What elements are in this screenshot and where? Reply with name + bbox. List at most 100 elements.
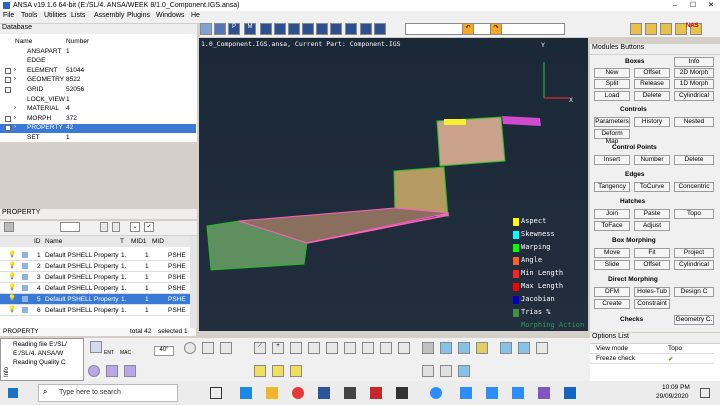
cube-icon-5[interactable]	[518, 342, 530, 354]
toolbar-icon-13[interactable]	[374, 23, 386, 35]
toolbar-icon-7[interactable]	[288, 23, 300, 35]
tag-icon[interactable]	[630, 23, 642, 35]
join-button[interactable]: Join	[594, 209, 630, 219]
box-morph-cylindrical-button[interactable]: Cylindrical	[674, 260, 714, 270]
filter-icon[interactable]	[4, 222, 14, 232]
cut-icon[interactable]	[344, 342, 356, 354]
parameters-button[interactable]: Parameters	[594, 117, 630, 127]
taskbar-app-icon[interactable]	[460, 387, 472, 399]
select-icon[interactable]	[90, 341, 102, 353]
db-row-element[interactable]: › ELEMENT 51044	[0, 67, 196, 76]
checkbox[interactable]	[5, 77, 11, 83]
bulb-icon[interactable]: 💡	[8, 261, 16, 269]
property-row[interactable]: 💡 2 Default PSHELL Property 1. 1 PSHE	[0, 261, 190, 272]
bulb-icon[interactable]: 💡	[8, 250, 16, 258]
taskbar-app-icon[interactable]	[318, 387, 330, 399]
dropdown-icon[interactable]: ⌄	[130, 222, 140, 232]
bulb-icon[interactable]: 💡	[8, 283, 16, 291]
toolbar-icon-10[interactable]	[330, 23, 342, 35]
graphics-viewport[interactable]: 1.0_Component.IGS.ansa, Current Part: Co…	[199, 38, 588, 331]
chevron-right-icon[interactable]: ›	[14, 67, 16, 73]
plus-icon[interactable]: +	[272, 342, 284, 354]
menu-assembly[interactable]: Assembly	[94, 12, 124, 19]
toolbar-icon-1[interactable]	[200, 23, 212, 35]
design-c-button[interactable]: Design C	[674, 287, 714, 297]
column-number[interactable]: Number	[66, 38, 89, 45]
mesh-icon[interactable]	[422, 365, 434, 377]
cube-icon[interactable]	[440, 342, 452, 354]
toolbar-icon-6[interactable]	[274, 23, 286, 35]
db-row-geometry[interactable]: › GEOMETRY 8522	[0, 76, 196, 85]
arrow-icon[interactable]	[398, 342, 410, 354]
column-name[interactable]: Name	[45, 238, 62, 245]
redo-icon[interactable]: ↷	[490, 23, 502, 35]
option-row[interactable]: View mode Topo	[590, 345, 714, 354]
taskbar-app-icon[interactable]	[344, 387, 356, 399]
shade-icon[interactable]	[536, 342, 548, 354]
taskbar-app-icon[interactable]	[370, 387, 382, 399]
checkbox[interactable]	[5, 87, 11, 93]
project-button[interactable]: Project	[674, 248, 714, 258]
maximize-button[interactable]: ☐	[684, 0, 702, 11]
box-morph-offset-button[interactable]: Offset	[634, 260, 670, 270]
info-button[interactable]: Info	[674, 57, 714, 67]
dfm-button[interactable]: DFM	[594, 287, 630, 297]
lasso-icon[interactable]	[380, 342, 392, 354]
checkbox[interactable]	[5, 125, 11, 131]
taskbar-app-icon[interactable]	[430, 387, 442, 399]
checkmark-icon[interactable]: ✓	[144, 222, 154, 232]
menu-windows[interactable]: Windows	[156, 12, 184, 19]
bulb-icon[interactable]: 💡	[8, 294, 16, 302]
number-button[interactable]: Number	[634, 155, 670, 165]
concentric-button[interactable]: Concentric	[674, 182, 714, 192]
menu-file[interactable]: File	[3, 12, 14, 19]
view-icon[interactable]	[184, 342, 196, 354]
delete-button[interactable]: Delete	[634, 91, 670, 101]
taskbar-app-icon[interactable]	[564, 387, 576, 399]
windows-start-icon[interactable]	[8, 388, 18, 398]
bulb-icon[interactable]: 💡	[8, 272, 16, 280]
list-icon-2[interactable]	[112, 222, 120, 232]
minimize-button[interactable]: –	[666, 0, 684, 11]
properties-dropdown[interactable]	[60, 222, 80, 232]
menu-utilities[interactable]: Utilities	[44, 12, 67, 19]
toolbar-icon-12[interactable]	[360, 23, 372, 35]
toolbar-icon-2[interactable]	[214, 23, 226, 35]
view-icon-2[interactable]	[202, 342, 214, 354]
split-button[interactable]: Split	[594, 79, 630, 89]
cone-icon[interactable]	[124, 365, 136, 377]
to-face-button[interactable]: ToFace	[594, 221, 630, 231]
option-value[interactable]: Topo	[668, 345, 682, 352]
chevron-right-icon[interactable]: ›	[14, 124, 16, 130]
taskbar-app-icon[interactable]	[538, 387, 550, 399]
taskbar-app-icon[interactable]	[512, 387, 524, 399]
option-row[interactable]: Freeze check ✔	[590, 355, 714, 364]
toolbar-icon-9[interactable]	[316, 23, 328, 35]
taskbar-app-icon[interactable]	[292, 387, 304, 399]
slide-button[interactable]: Slide	[594, 260, 630, 270]
control-point-delete-button[interactable]: Delete	[674, 155, 714, 165]
sphere-icon[interactable]	[88, 365, 100, 377]
cube-icon-4[interactable]	[500, 342, 512, 354]
property-row[interactable]: 💡 6 Default PSHELL Property 1. 1 PSHE	[0, 305, 190, 316]
column-mid[interactable]: MID	[152, 238, 164, 245]
column-mid1[interactable]: MID1	[131, 238, 147, 245]
topo-button[interactable]: Topo	[674, 209, 714, 219]
menu-plugins[interactable]: Plugins	[127, 12, 150, 19]
grid-icon[interactable]	[326, 342, 338, 354]
adjust-button[interactable]: Adjust	[634, 221, 670, 231]
taskbar-search[interactable]: ⌕ Type here to search	[38, 384, 178, 402]
toolbar-icon-8[interactable]	[302, 23, 314, 35]
mesh-icon-2[interactable]	[440, 365, 452, 377]
taskbar-app-icon[interactable]	[396, 387, 408, 399]
entity-ent[interactable]: ENT	[104, 350, 114, 356]
line-icon[interactable]: ⟋	[254, 342, 266, 354]
db-row-lock-view[interactable]: LOCK_VIEW 1	[0, 96, 196, 105]
property-row[interactable]: 💡 4 Default PSHELL Property 1. 1 PSHE	[0, 283, 190, 294]
cube-icon-2[interactable]	[458, 342, 470, 354]
bulb-icon[interactable]: 💡	[8, 305, 16, 313]
db-row-material[interactable]: › MATERIAL 4	[0, 105, 196, 114]
view-icon-3[interactable]	[220, 342, 232, 354]
db-row-set[interactable]: SET 1	[0, 134, 196, 143]
entity-mac[interactable]: MAC	[120, 350, 131, 356]
